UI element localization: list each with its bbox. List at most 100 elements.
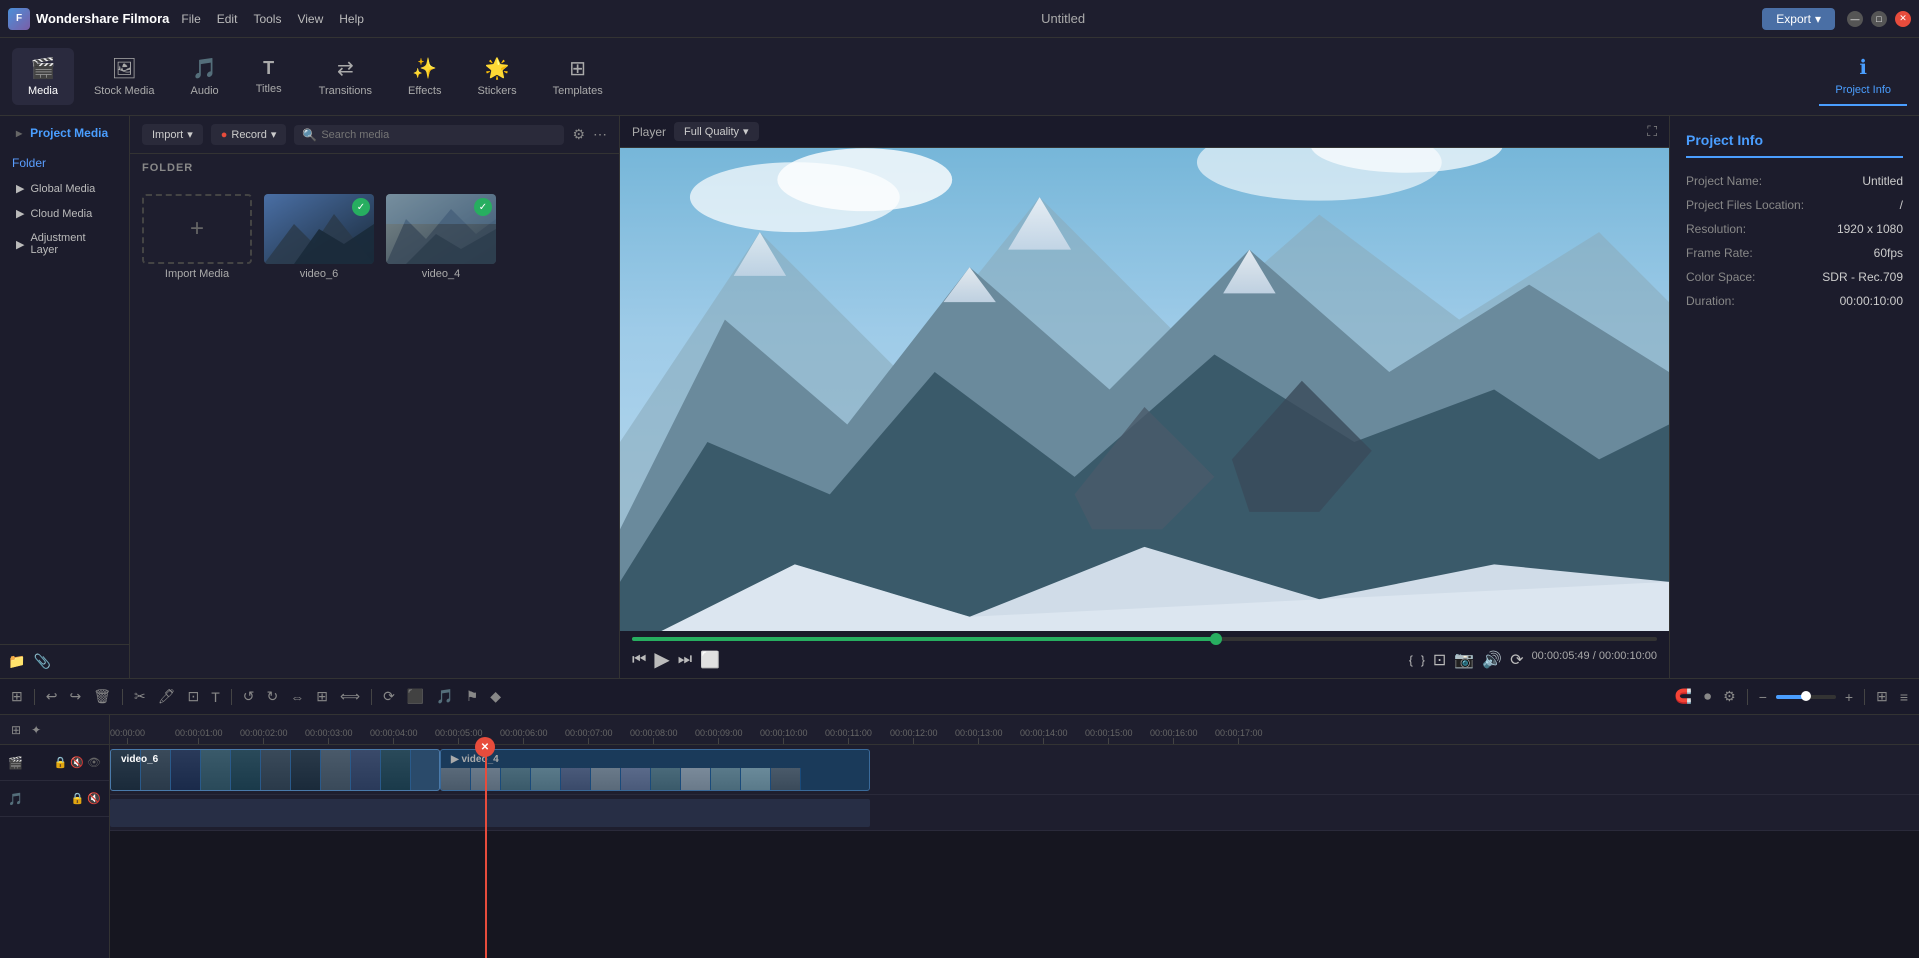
player-controls-bottom: ⏮ ▶ ⏭ ⬜ { } ⊡ 📷 🔊 ⟳ 00:00:05:49 / 00:00:… (632, 647, 1657, 672)
zoom-slider[interactable] (1776, 695, 1836, 699)
tab-templates[interactable]: ⊞ Templates (537, 48, 619, 105)
ruler-mark: 00:00:12:00 (890, 728, 938, 744)
color-button[interactable]: ⬛ (404, 685, 427, 708)
marker-button[interactable]: ⚑ (463, 685, 482, 708)
split-button[interactable]: ⟺ (337, 685, 363, 708)
expand-icon[interactable]: ⛶ (1647, 123, 1657, 140)
ruler-tick (978, 738, 979, 744)
ruler-label: 00:00:10:00 (760, 728, 808, 738)
ruler-mark: 00:00:14:00 (1020, 728, 1068, 744)
audio-tl-button[interactable]: 🎵 (433, 685, 456, 708)
audio-mute-icon[interactable]: 🔇 (87, 792, 101, 805)
import-placeholder[interactable]: + (142, 194, 252, 264)
crop-tl-button[interactable]: ⊡ (185, 685, 203, 708)
snap-button[interactable]: 🧲 (1672, 685, 1695, 708)
delete-button[interactable]: 🗑 (90, 685, 114, 708)
play-button[interactable]: ▶ (654, 647, 669, 672)
list-view-button[interactable]: ≡ (1897, 686, 1911, 708)
tab-audio[interactable]: 🎵 Audio (175, 48, 235, 105)
tab-stickers[interactable]: 🌟 Stickers (461, 48, 532, 105)
video4-clip[interactable]: ▶ video_4 (440, 749, 870, 791)
mirror-button[interactable]: ⇔ (287, 686, 307, 708)
speed-button[interactable]: ⟳ (380, 685, 398, 708)
zoom-out-button[interactable]: − (1756, 686, 1770, 708)
cut-button[interactable]: ✂ (131, 685, 149, 708)
out-point-button[interactable]: } (1421, 650, 1425, 670)
video6-clip[interactable]: video_6 (110, 749, 440, 791)
skip-forward-button[interactable]: ⏭ (678, 651, 692, 669)
tl-settings-button[interactable]: ⚙ (1720, 685, 1739, 708)
tab-stock-media[interactable]: 🖼 Stock Media (78, 48, 171, 105)
pen-button[interactable]: 🖊 (155, 685, 179, 708)
fullscreen-button[interactable]: ⬜ (700, 650, 720, 670)
tab-effects[interactable]: ✨ Effects (392, 48, 457, 105)
menu-edit[interactable]: Edit (217, 12, 238, 26)
clip-mode-button[interactable]: ✦ (28, 720, 44, 740)
more-options-icon[interactable]: ⋯ (593, 126, 607, 143)
undo-button[interactable]: ↩ (43, 685, 61, 708)
video-track: video_6 (110, 745, 1919, 795)
tab-stickers-label: Stickers (477, 85, 516, 97)
playhead[interactable]: ✕ (485, 745, 487, 958)
import-button[interactable]: Import ▾ (142, 124, 203, 145)
redo-button[interactable]: ↪ (66, 685, 84, 708)
media-item-import[interactable]: + Import Media (142, 194, 252, 280)
close-button[interactable]: ✕ (1895, 11, 1911, 27)
grid-view-button[interactable]: ⊞ (1873, 685, 1891, 708)
snapshot-button[interactable]: 📷 (1454, 650, 1474, 670)
audio-lock-icon[interactable]: 🔒 (71, 792, 85, 805)
record-tl-button[interactable]: ⏺ (1701, 685, 1714, 708)
stock-media-icon: 🖼 (112, 56, 137, 81)
search-input[interactable] (321, 129, 556, 141)
sidebar-item-adjustment-layer[interactable]: ▶ Adjustment Layer (0, 226, 129, 262)
media-item-video6[interactable]: ✓ video_6 (264, 194, 374, 280)
rotate-left-button[interactable]: ↺ (240, 685, 258, 708)
info-value: SDR - Rec.709 (1822, 270, 1903, 284)
eye-icon[interactable]: 👁 (87, 756, 101, 769)
add-media-icon[interactable]: 📎 (33, 653, 50, 670)
ruler-mark: 00:00:04:00 (370, 728, 418, 744)
sidebar-item-project-media[interactable]: ▶ Project Media (4, 118, 125, 148)
in-point-button[interactable]: { (1409, 650, 1413, 670)
tab-transitions[interactable]: ⇄ Transitions (303, 48, 388, 105)
minimize-button[interactable]: — (1847, 11, 1863, 27)
lock-icon[interactable]: 🔒 (54, 756, 68, 769)
menu-bar: File Edit Tools View Help (181, 12, 364, 26)
text-button[interactable]: T (208, 686, 223, 708)
skip-back-button[interactable]: ⏮ (632, 651, 646, 669)
zoom-in-button[interactable]: + (1842, 686, 1856, 708)
tab-media[interactable]: 🎬 Media (12, 48, 74, 105)
menu-file[interactable]: File (181, 12, 200, 26)
player-footer: ⏮ ▶ ⏭ ⬜ { } ⊡ 📷 🔊 ⟳ 00:00:05:49 / 00:00:… (620, 631, 1669, 678)
media-icon: 🎬 (31, 56, 56, 81)
rotate-right-button[interactable]: ↻ (264, 685, 282, 708)
menu-view[interactable]: View (297, 12, 323, 26)
ruler-mark: 00:00:07:00 (565, 728, 613, 744)
sidebar-item-folder[interactable]: Folder (0, 150, 129, 176)
export-button[interactable]: Export ▾ (1762, 8, 1835, 30)
add-track-button[interactable]: ⊞ (8, 720, 24, 740)
quality-button[interactable]: Full Quality ▾ (674, 122, 759, 141)
scene-detect-button[interactable]: ⊞ (8, 685, 26, 708)
volume-button[interactable]: 🔊 (1482, 650, 1502, 670)
add-folder-icon[interactable]: 📁 (8, 653, 25, 670)
ruler-label: 00:00:14:00 (1020, 728, 1068, 738)
ruler-mark: 00:00:11:00 (825, 728, 872, 744)
tab-titles[interactable]: T Titles (239, 50, 299, 103)
sidebar-item-cloud-media[interactable]: ▶ Cloud Media (0, 201, 129, 226)
timeline-right: 00:00:0000:00:01:0000:00:02:0000:00:03:0… (110, 715, 1919, 958)
scale-button[interactable]: ⊞ (313, 685, 331, 708)
filter-icon[interactable]: ⚙ (572, 126, 585, 143)
tab-project-info[interactable]: ℹ Project Info (1819, 47, 1907, 106)
media-item-video4[interactable]: ✓ video_4 (386, 194, 496, 280)
record-button[interactable]: ● Record ▾ (211, 124, 287, 145)
keyframe-button[interactable]: ◆ (487, 685, 504, 708)
menu-tools[interactable]: Tools (253, 12, 281, 26)
progress-bar[interactable] (632, 637, 1657, 641)
maximize-button[interactable]: □ (1871, 11, 1887, 27)
sidebar-item-global-media[interactable]: ▶ Global Media (0, 176, 129, 201)
crop-button[interactable]: ⊡ (1433, 650, 1446, 670)
settings-button[interactable]: ⟳ (1510, 650, 1523, 670)
mute-icon[interactable]: 🔇 (70, 756, 84, 769)
menu-help[interactable]: Help (339, 12, 364, 26)
